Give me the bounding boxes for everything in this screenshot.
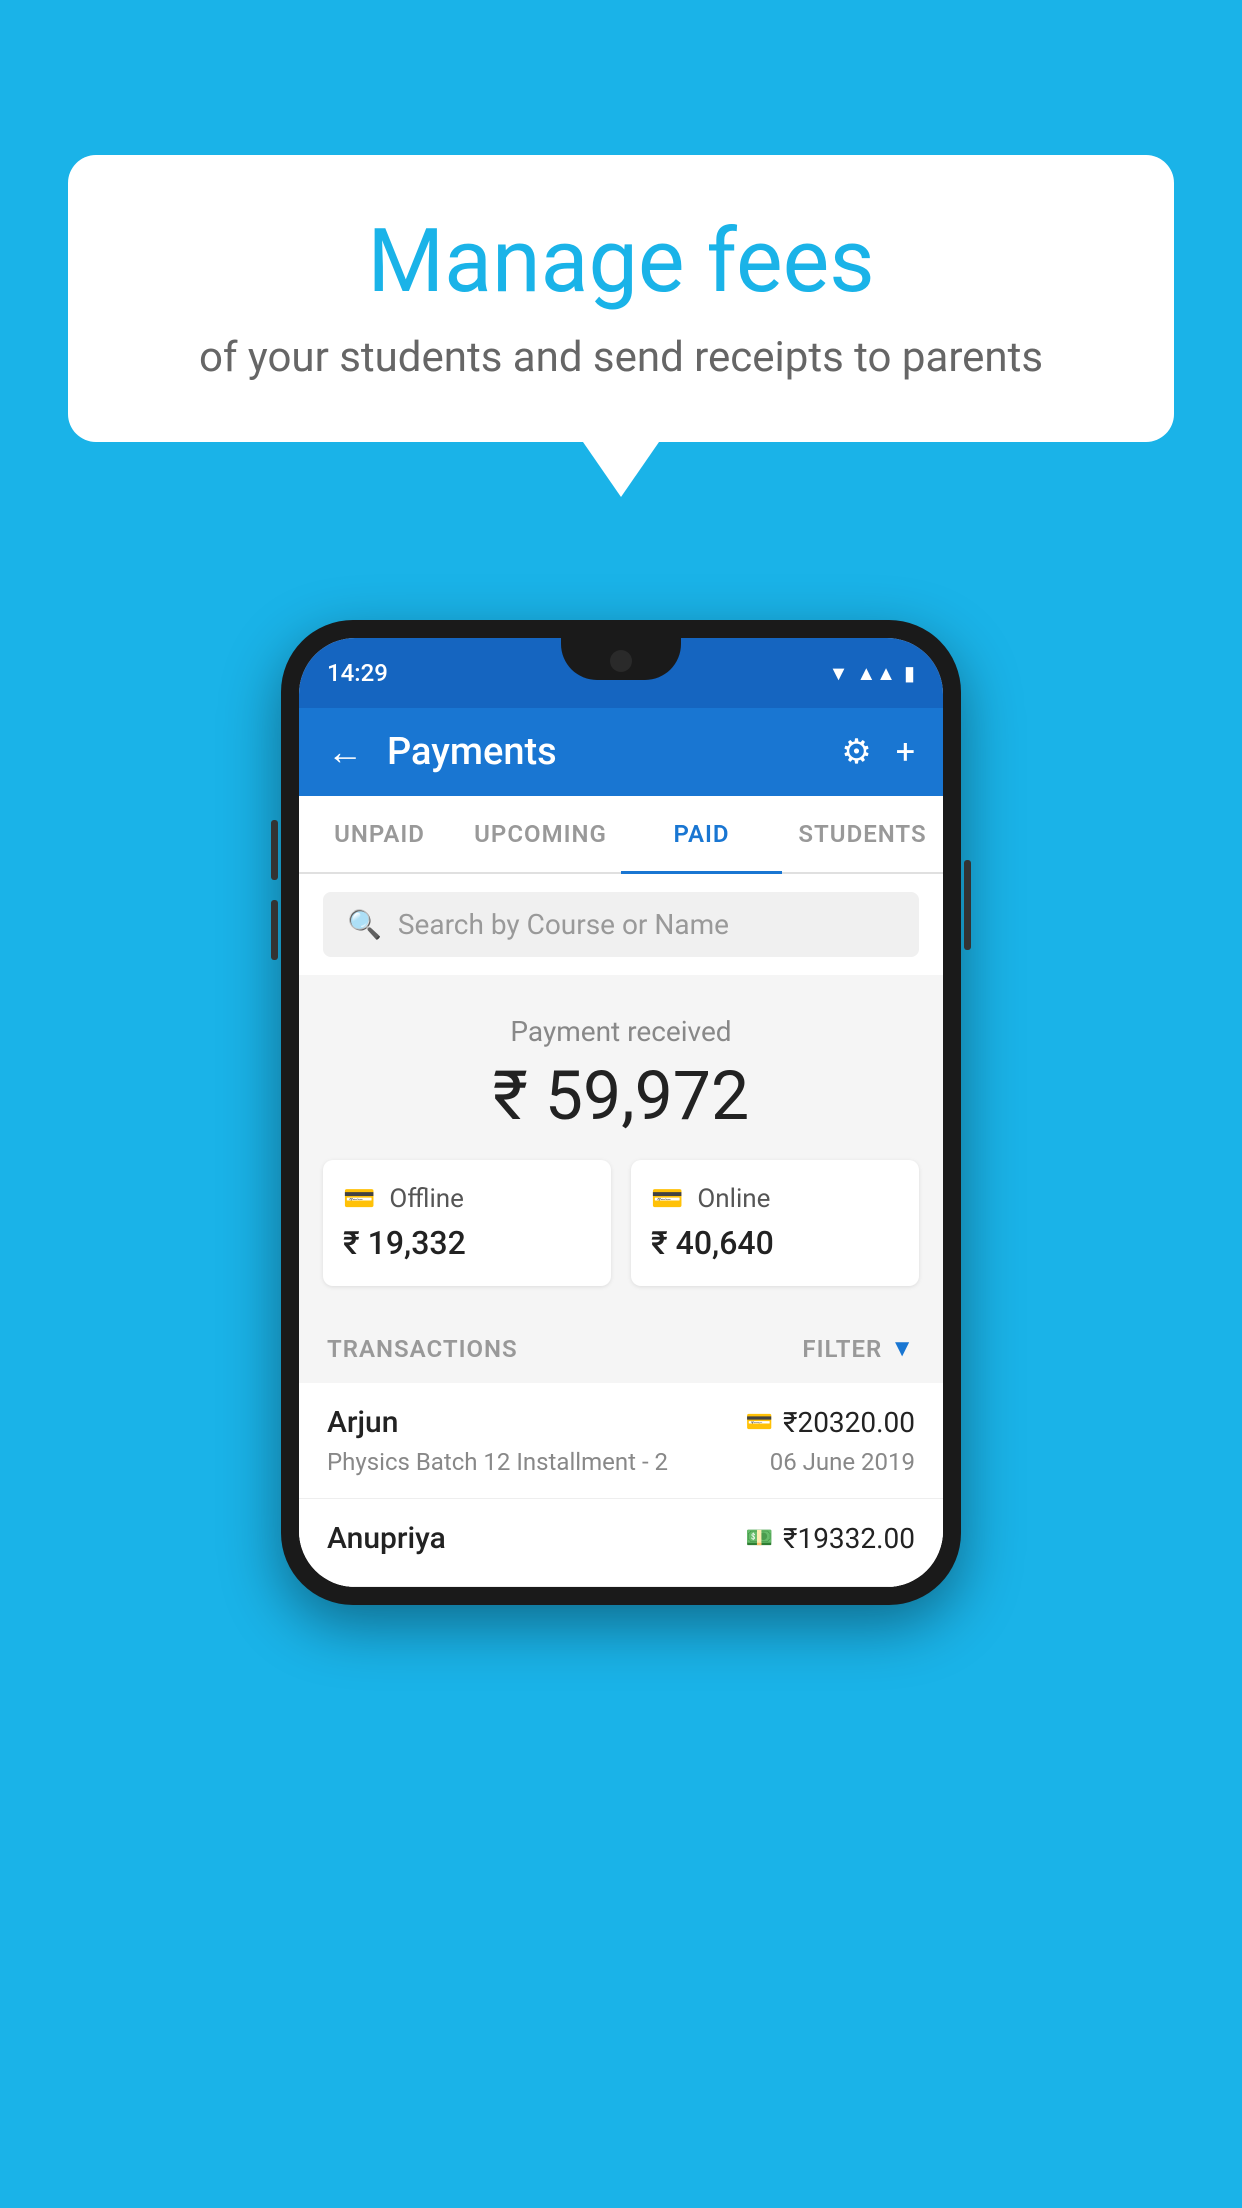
online-amount: ₹ 40,640 bbox=[651, 1224, 899, 1262]
speech-bubble-arrow bbox=[583, 442, 659, 497]
transaction-row[interactable]: Anupriya 💵 ₹19332.00 bbox=[299, 1499, 943, 1587]
payment-total-amount: ₹ 59,972 bbox=[323, 1056, 919, 1136]
transaction-name: Arjun bbox=[327, 1405, 398, 1440]
content-area: Payment received ₹ 59,972 💳 Offline ₹ 19… bbox=[299, 975, 943, 1587]
offline-card: 💳 Offline ₹ 19,332 bbox=[323, 1160, 611, 1286]
page-title: Payments bbox=[387, 730, 817, 774]
back-button[interactable]: ← bbox=[327, 731, 363, 773]
payment-received-label: Payment received bbox=[323, 1015, 919, 1048]
transactions-header: TRANSACTIONS FILTER ▼ bbox=[299, 1314, 943, 1383]
tab-students[interactable]: STUDENTS bbox=[782, 796, 943, 872]
app-bar-actions: ⚙ + bbox=[841, 732, 915, 772]
speech-bubble-container: Manage fees of your students and send re… bbox=[68, 155, 1174, 497]
transaction-row[interactable]: Arjun 💳 ₹20320.00 Physics Batch 12 Insta… bbox=[299, 1383, 943, 1499]
tab-paid[interactable]: PAID bbox=[621, 796, 782, 872]
phone-frame: 14:29 ▼ ▲▲ ▮ ← Payments ⚙ + bbox=[281, 620, 961, 1605]
speech-bubble: Manage fees of your students and send re… bbox=[68, 155, 1174, 442]
app-bar: ← Payments ⚙ + bbox=[299, 708, 943, 796]
transaction-date: 06 June 2019 bbox=[770, 1448, 915, 1476]
transaction-amount-container: 💵 ₹19332.00 bbox=[746, 1522, 915, 1555]
transaction-amount-container: 💳 ₹20320.00 bbox=[746, 1406, 915, 1439]
offline-payment-icon: 💵 bbox=[746, 1526, 773, 1551]
volume-down-button bbox=[271, 900, 278, 960]
battery-icon: ▮ bbox=[904, 661, 915, 685]
offline-amount: ₹ 19,332 bbox=[343, 1224, 591, 1262]
search-box[interactable]: 🔍 Search by Course or Name bbox=[323, 892, 919, 957]
settings-icon[interactable]: ⚙ bbox=[841, 732, 871, 772]
filter-icon: ▼ bbox=[890, 1334, 915, 1363]
status-bar: 14:29 ▼ ▲▲ ▮ bbox=[299, 638, 943, 708]
filter-button[interactable]: FILTER ▼ bbox=[802, 1334, 915, 1363]
offline-label: Offline bbox=[389, 1184, 464, 1214]
online-payment-icon: 💳 bbox=[746, 1410, 773, 1435]
front-camera bbox=[610, 650, 632, 672]
payment-cards: 💳 Offline ₹ 19,332 💳 Online ₹ 40,640 bbox=[299, 1160, 943, 1314]
tab-upcoming[interactable]: UPCOMING bbox=[460, 796, 621, 872]
search-placeholder: Search by Course or Name bbox=[398, 908, 729, 941]
volume-up-button bbox=[271, 820, 278, 880]
search-icon: 🔍 bbox=[347, 908, 382, 941]
status-time: 14:29 bbox=[327, 659, 388, 687]
tab-unpaid[interactable]: UNPAID bbox=[299, 796, 460, 872]
power-button bbox=[964, 860, 971, 950]
online-card: 💳 Online ₹ 40,640 bbox=[631, 1160, 919, 1286]
transaction-amount: ₹20320.00 bbox=[783, 1406, 915, 1439]
online-icon: 💳 bbox=[651, 1184, 683, 1214]
manage-fees-subtitle: of your students and send receipts to pa… bbox=[128, 333, 1114, 382]
signal-icon: ▲▲ bbox=[856, 661, 896, 686]
wifi-icon: ▼ bbox=[829, 661, 849, 686]
filter-label: FILTER bbox=[802, 1335, 882, 1363]
transaction-course: Physics Batch 12 Installment - 2 bbox=[327, 1448, 668, 1476]
phone-container: 14:29 ▼ ▲▲ ▮ ← Payments ⚙ + bbox=[281, 620, 961, 1605]
status-icons: ▼ ▲▲ ▮ bbox=[829, 661, 915, 686]
payment-summary: Payment received ₹ 59,972 bbox=[299, 975, 943, 1160]
tabs-bar: UNPAID UPCOMING PAID STUDENTS bbox=[299, 796, 943, 874]
transaction-name: Anupriya bbox=[327, 1521, 446, 1556]
notch bbox=[561, 638, 681, 680]
transactions-label: TRANSACTIONS bbox=[327, 1335, 518, 1363]
phone-screen: 14:29 ▼ ▲▲ ▮ ← Payments ⚙ + bbox=[299, 638, 943, 1587]
offline-icon: 💳 bbox=[343, 1184, 375, 1214]
manage-fees-title: Manage fees bbox=[128, 210, 1114, 313]
add-icon[interactable]: + bbox=[896, 732, 915, 772]
search-container: 🔍 Search by Course or Name bbox=[299, 874, 943, 975]
online-label: Online bbox=[697, 1184, 770, 1214]
transaction-amount: ₹19332.00 bbox=[783, 1522, 915, 1555]
